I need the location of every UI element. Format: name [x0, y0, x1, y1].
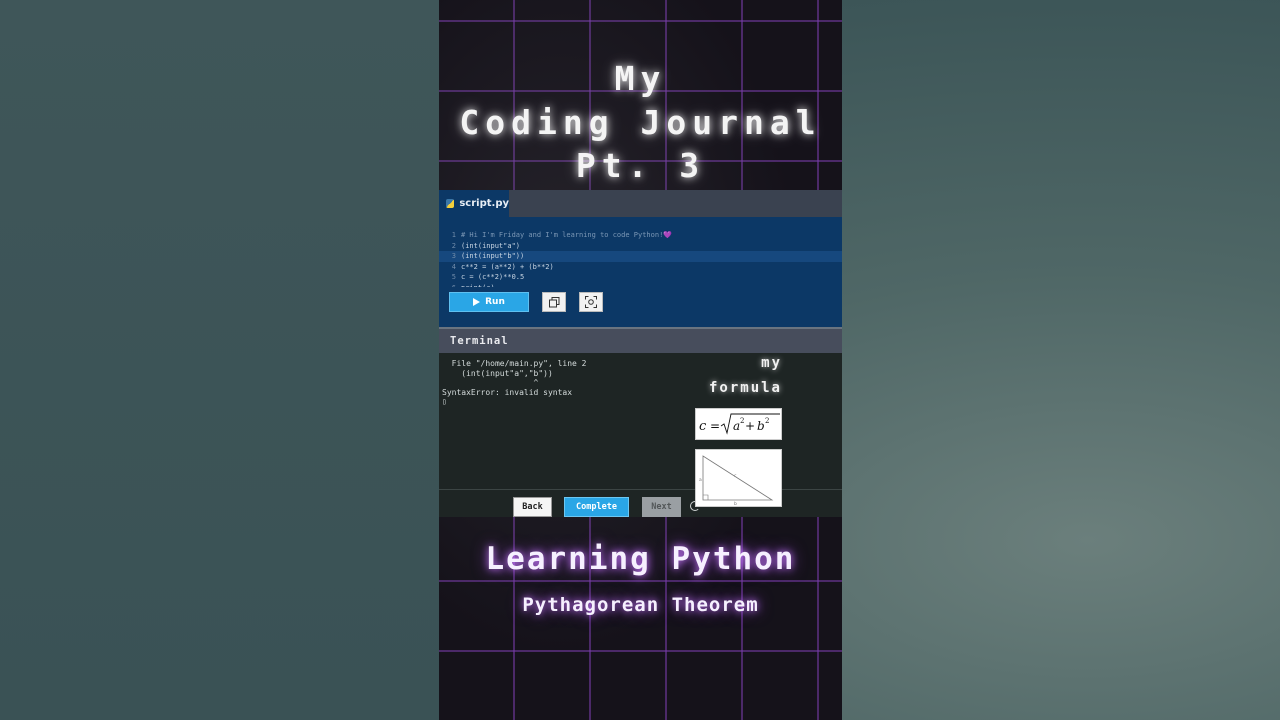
- line-number: 1: [451, 231, 456, 239]
- svg-text:c: c: [734, 474, 737, 479]
- line-text: # Hi I'm Friday and I'm learning to code…: [461, 231, 673, 239]
- line-number: 2: [451, 241, 456, 250]
- code-line: 1 # Hi I'm Friday and I'm learning to cod…: [439, 230, 842, 241]
- title-line-3: Pt. 3: [575, 146, 706, 185]
- svg-text:2: 2: [740, 417, 744, 425]
- svg-text:b: b: [734, 501, 737, 507]
- tab-script-py[interactable]: script.py: [439, 190, 509, 217]
- copy-button[interactable]: [542, 292, 566, 312]
- editor-actions: Run: [449, 292, 603, 312]
- line-number: 6: [439, 283, 461, 287]
- code-editor: script.py 1 # Hi I'm Friday and I'm learn…: [439, 190, 842, 327]
- pythagorean-formula-image: c = a 2 + b 2: [695, 408, 782, 440]
- formula-label-formula: formula: [708, 380, 782, 396]
- run-label: Run: [485, 297, 505, 307]
- svg-text:+: +: [745, 419, 755, 433]
- right-triangle-diagram: a c b: [695, 449, 782, 507]
- line-number: 3: [451, 252, 456, 261]
- back-button[interactable]: Back: [513, 497, 552, 517]
- editor-tab-bar: script.py: [439, 190, 842, 217]
- terminal-header: Terminal: [439, 329, 842, 353]
- formula-graphic: c = a 2 + b 2: [699, 413, 780, 435]
- line-number: 5: [451, 273, 456, 282]
- line-text: print(c): [461, 283, 495, 287]
- line-text: (int(input"a"): [461, 241, 521, 250]
- screenshot-button[interactable]: [579, 292, 603, 312]
- line-text: (int(input"b")): [461, 252, 525, 261]
- background-left: [0, 0, 439, 720]
- video-frame: My Coding Journal Pt. 3 script.py 1 # Hi …: [439, 0, 842, 720]
- formula-label-my: my: [761, 355, 782, 371]
- code-line: 5 c = (c**2)**0.5: [439, 272, 842, 283]
- svg-text:c: c: [699, 419, 707, 434]
- code-line: 4 c**2 = (a**2) + (b**2): [439, 262, 842, 273]
- line-text: c = (c**2)**0.5: [461, 273, 525, 282]
- title-line-2: Coding Journal: [459, 103, 822, 142]
- line-text: c**2 = (a**2) + (b**2): [461, 262, 554, 271]
- code-area[interactable]: 1 # Hi I'm Friday and I'm learning to cod…: [439, 230, 842, 287]
- video-subtitle-2: Pythagorean Theorem: [522, 594, 759, 616]
- svg-text:=: =: [710, 419, 720, 433]
- next-button[interactable]: Next: [642, 497, 681, 517]
- python-icon: [446, 199, 455, 208]
- tab-label: script.py: [459, 198, 509, 209]
- svg-text:a: a: [699, 478, 702, 483]
- title-line-1: My: [614, 59, 667, 98]
- copy-icon: [548, 296, 559, 307]
- code-line-active: 3 (int(input"b")): [439, 251, 842, 262]
- svg-text:b: b: [757, 419, 765, 433]
- line-number: 4: [451, 262, 456, 271]
- complete-button[interactable]: Complete: [564, 497, 629, 517]
- code-line: 2 (int(input"a"): [439, 241, 842, 252]
- code-line: 6print(c): [439, 283, 842, 287]
- video-subtitle: Learning Python: [485, 541, 796, 577]
- svg-text:2: 2: [765, 417, 769, 425]
- screenshot-icon: [585, 296, 597, 308]
- run-button[interactable]: Run: [449, 292, 529, 312]
- triangle-graphic: a c b: [699, 455, 774, 507]
- play-icon: [473, 298, 481, 306]
